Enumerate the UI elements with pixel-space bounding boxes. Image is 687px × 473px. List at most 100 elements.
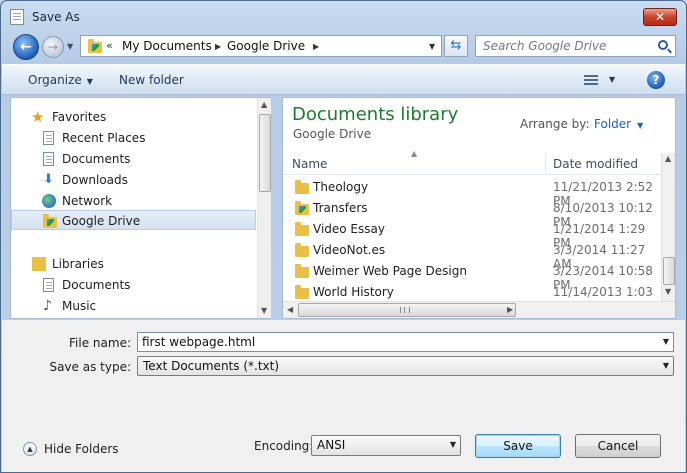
nav-item-label: Documents	[62, 152, 131, 166]
file-name: Video Essay	[313, 222, 385, 236]
nav-item-label: Network	[62, 194, 113, 208]
breadcrumb-google-drive[interactable]: Google Drive	[227, 39, 305, 53]
file-row[interactable]: VideoNot.es 3/3/2014 11:27 AM	[283, 240, 661, 271]
address-dropdown-icon[interactable]: ▼	[429, 42, 435, 51]
nav-item-recent-places[interactable]: Recent Places	[11, 128, 256, 148]
scroll-up-icon[interactable]: ▲	[665, 154, 671, 163]
breadcrumb-my-documents[interactable]: My Documents	[122, 39, 212, 53]
search-box[interactable]	[475, 35, 676, 57]
column-date-modified[interactable]: Date modified	[553, 157, 638, 171]
file-row[interactable]: Theology 11/21/2013 2:52 PM	[283, 177, 661, 208]
nav-item-downloads[interactable]: ⬇ Downloads	[11, 170, 256, 190]
nav-item-lib-documents[interactable]: Documents	[11, 275, 256, 295]
column-name[interactable]: Name	[292, 157, 327, 171]
search-icon[interactable]	[658, 40, 668, 50]
grip-icon	[400, 307, 410, 313]
notepad-icon	[10, 9, 24, 25]
recent-pages-dropdown[interactable]: ▼	[67, 42, 73, 51]
arrange-by-dropdown[interactable]: Folder ▼	[594, 117, 643, 131]
breadcrumb-chevron-icon[interactable]: ▶	[313, 42, 319, 51]
encoding-label: Encoding:	[254, 439, 314, 453]
network-icon	[42, 194, 56, 208]
back-arrow-icon[interactable]: ←	[13, 34, 39, 60]
nav-scroll-thumb[interactable]	[259, 114, 271, 192]
save-as-type-select[interactable]: Text Documents (*.txt) ▼	[137, 356, 674, 376]
folder-icon	[295, 222, 309, 236]
file-name-label: File name:	[69, 336, 131, 350]
address-bar[interactable]: « My Documents ▶ Google Drive ▶ ▼	[80, 35, 442, 57]
folder-icon	[295, 264, 309, 278]
cancel-button[interactable]: Cancel	[575, 434, 661, 458]
breadcrumb-overflow[interactable]: «	[106, 39, 113, 52]
scroll-up-icon[interactable]: ▲	[261, 100, 267, 109]
arrange-by-label: Arrange by:	[520, 117, 590, 131]
downloads-icon: ⬇	[43, 172, 54, 187]
organize-label: Organize	[28, 73, 82, 87]
file-row[interactable]: Transfers 8/10/2013 10:12 PM	[283, 198, 661, 229]
chevron-down-icon[interactable]: ▼	[663, 337, 669, 346]
nav-scrollbar[interactable]: ▲ ▼	[257, 98, 271, 318]
save-as-type-label: Save as type:	[49, 360, 131, 374]
nav-item-label: Recent Places	[62, 131, 146, 145]
file-name-field[interactable]: ▼	[137, 332, 674, 352]
encoding-select[interactable]: ANSI ▼	[311, 435, 461, 456]
file-scroll-thumb[interactable]	[663, 257, 675, 285]
folder-icon	[295, 243, 309, 257]
nav-item-music[interactable]: ♪ Music	[11, 296, 256, 316]
file-row[interactable]: Video Essay 1/21/2014 1:29 PM	[283, 219, 661, 250]
file-vertical-scrollbar[interactable]: ▲ ▼	[661, 153, 675, 301]
chevron-down-icon: ▼	[86, 77, 93, 86]
nav-item-network[interactable]: Network	[11, 191, 256, 211]
help-icon[interactable]: ?	[647, 71, 665, 89]
documents-icon	[43, 278, 54, 292]
organize-button[interactable]: Organize ▼	[28, 73, 93, 87]
column-divider[interactable]	[545, 153, 546, 175]
nav-item-label: Music	[62, 299, 97, 313]
encoding-value: ANSI	[317, 438, 346, 452]
refresh-icon[interactable]: ⇆	[444, 35, 468, 57]
file-row[interactable]: Weimer Web Page Design 3/23/2014 10:58 P…	[283, 261, 661, 292]
nav-libraries-label: Libraries	[52, 257, 104, 271]
file-name: Weimer Web Page Design	[313, 264, 467, 278]
recent-places-icon	[43, 131, 54, 145]
file-horizontal-scrollbar[interactable]: ◀ ▶	[283, 301, 675, 318]
save-form: File name: ▼ Save as type: Text Document…	[2, 320, 685, 472]
nav-item-label: Downloads	[62, 173, 128, 187]
close-button[interactable]: ✕	[643, 8, 677, 26]
star-icon: ★	[31, 108, 45, 126]
chevron-down-icon: ▼	[637, 121, 644, 130]
file-hscroll-thumb[interactable]	[298, 303, 516, 317]
chevron-down-icon: ▼	[662, 361, 669, 370]
chevron-down-icon: ▼	[449, 440, 456, 449]
breadcrumb-chevron-icon[interactable]: ▶	[215, 42, 221, 51]
file-row[interactable]: World History 11/14/2013 1:03 PM	[283, 282, 661, 313]
google-drive-icon	[43, 214, 57, 228]
nav-item-label: Google Drive	[62, 214, 141, 228]
file-name: World History	[313, 285, 394, 299]
nav-item-documents[interactable]: Documents	[11, 149, 256, 169]
nav-item-google-drive[interactable]: Google Drive	[11, 210, 256, 230]
documents-icon	[43, 152, 54, 166]
command-bar: Organize ▼ New folder ▼ ?	[2, 64, 685, 95]
folder-icon	[295, 180, 309, 194]
file-name: VideoNot.es	[313, 243, 386, 257]
scroll-down-icon[interactable]: ▼	[665, 287, 671, 296]
view-options-icon[interactable]	[584, 75, 598, 85]
google-drive-folder-icon	[88, 39, 102, 53]
file-name-input[interactable]	[142, 335, 642, 349]
save-as-dialog: Save As ✕ ← → ▼ « My Documents ▶ Google …	[0, 0, 687, 473]
nav-favorites[interactable]: ★ Favorites	[11, 107, 256, 127]
music-icon: ♪	[43, 298, 52, 314]
window-title: Save As	[32, 10, 80, 24]
save-button[interactable]: Save	[475, 434, 561, 458]
save-as-type-value: Text Documents (*.txt)	[143, 359, 280, 373]
nav-libraries[interactable]: Libraries	[11, 254, 256, 274]
search-input[interactable]	[483, 39, 653, 53]
chevron-down-icon[interactable]: ▼	[609, 75, 615, 84]
forward-arrow-icon[interactable]: →	[42, 36, 64, 58]
scroll-left-icon[interactable]: ◀	[287, 305, 293, 314]
scroll-right-icon[interactable]: ▶	[507, 305, 513, 314]
libraries-icon	[32, 257, 46, 271]
new-folder-button[interactable]: New folder	[119, 73, 184, 87]
scroll-down-icon[interactable]: ▼	[261, 306, 267, 315]
